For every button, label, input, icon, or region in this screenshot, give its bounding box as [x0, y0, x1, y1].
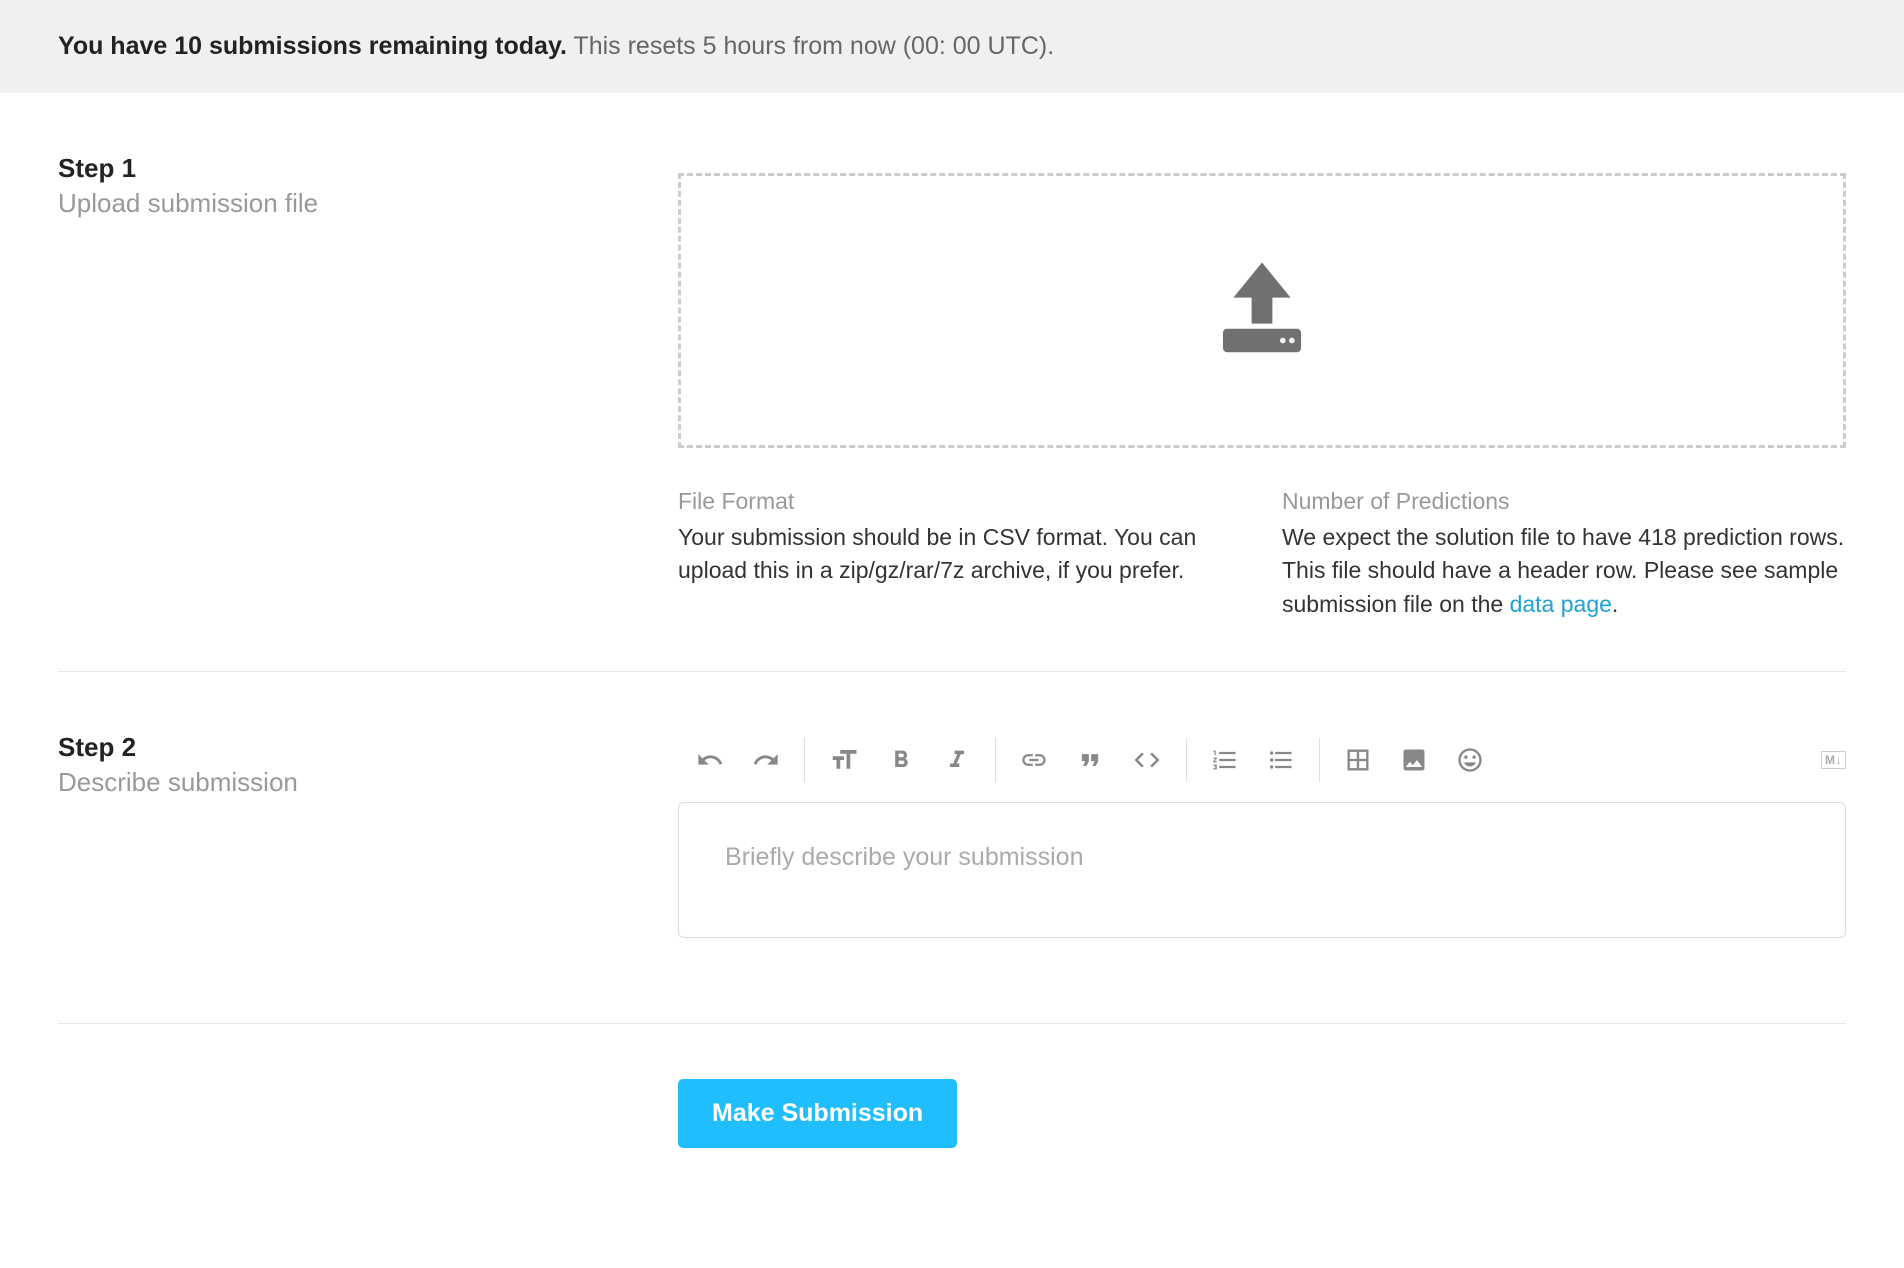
make-submission-button[interactable]: Make Submission — [678, 1079, 957, 1148]
editor-toolbar: M↓ — [678, 732, 1846, 802]
file-dropzone[interactable] — [678, 173, 1846, 448]
code-button[interactable] — [1132, 745, 1162, 775]
upload-icon — [1197, 243, 1327, 378]
undo-button[interactable] — [696, 746, 724, 774]
file-format-info: File Format Your submission should be in… — [678, 488, 1242, 621]
description-input[interactable] — [678, 802, 1846, 938]
step-1-header: Step 1 Upload submission file — [58, 153, 678, 621]
step-2-title: Step 2 — [58, 732, 678, 763]
markdown-badge[interactable]: M↓ — [1821, 751, 1846, 769]
bold-button[interactable] — [887, 746, 915, 774]
redo-button[interactable] — [752, 746, 780, 774]
italic-button[interactable] — [943, 746, 971, 774]
step-2-section: Step 2 Describe submission — [58, 672, 1846, 993]
ordered-list-button[interactable] — [1211, 746, 1239, 774]
banner-rest-text: This resets 5 hours from now (00: 00 UTC… — [567, 32, 1054, 60]
step-1-subtitle: Upload submission file — [58, 188, 678, 219]
unordered-list-button[interactable] — [1267, 746, 1295, 774]
step-1-section: Step 1 Upload submission file File Forma… — [58, 93, 1846, 672]
file-format-heading: File Format — [678, 488, 1242, 515]
data-page-link[interactable]: data page — [1510, 591, 1612, 617]
step-1-title: Step 1 — [58, 153, 678, 184]
file-format-body: Your submission should be in CSV format.… — [678, 521, 1242, 588]
table-button[interactable] — [1344, 746, 1372, 774]
step-2-header: Step 2 Describe submission — [58, 732, 678, 943]
text-size-button[interactable] — [829, 745, 859, 775]
image-button[interactable] — [1400, 746, 1428, 774]
quote-button[interactable] — [1076, 746, 1104, 774]
predictions-info: Number of Predictions We expect the solu… — [1282, 488, 1846, 621]
step-2-subtitle: Describe submission — [58, 767, 678, 798]
submissions-remaining-banner: You have 10 submissions remaining today.… — [0, 0, 1904, 93]
predictions-heading: Number of Predictions — [1282, 488, 1846, 515]
predictions-body-after: . — [1612, 591, 1618, 617]
emoji-button[interactable] — [1456, 746, 1484, 774]
submit-row: Make Submission — [58, 1023, 1846, 1188]
predictions-body: We expect the solution file to have 418 … — [1282, 521, 1846, 621]
banner-bold-text: You have 10 submissions remaining today. — [58, 32, 567, 60]
link-button[interactable] — [1020, 746, 1048, 774]
